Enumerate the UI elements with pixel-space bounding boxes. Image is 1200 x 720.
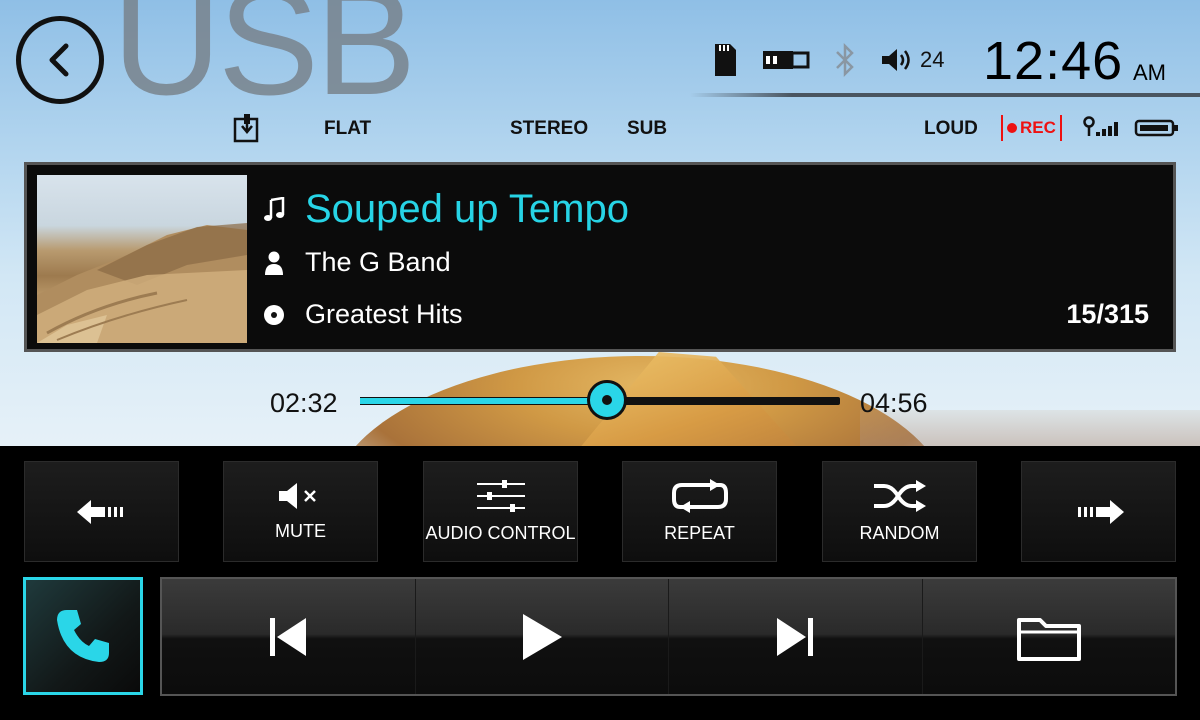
next-page-button[interactable]	[1021, 461, 1176, 562]
back-button[interactable]	[16, 16, 104, 104]
np-title-row: Souped up Tempo	[263, 187, 629, 232]
volume-level: 24	[920, 47, 945, 72]
rec-dot-icon	[1007, 123, 1017, 133]
prev-page-button[interactable]	[24, 461, 179, 562]
progress-fill	[360, 397, 607, 405]
artist-icon	[265, 251, 283, 275]
play-button[interactable]	[416, 579, 669, 694]
clock-time: 12:46	[983, 31, 1124, 91]
now-playing-card: Souped up Tempo The G Band Greatest Hits…	[24, 162, 1176, 352]
back-arrow-icon	[49, 43, 69, 77]
random-label: RANDOM	[859, 523, 940, 543]
arrow-right-icon	[1077, 499, 1124, 524]
previous-track-button[interactable]	[162, 579, 416, 694]
browse-folder-button[interactable]	[923, 579, 1176, 694]
audio-control-button[interactable]: AUDIO CONTROL	[423, 461, 578, 562]
header-divider	[690, 93, 1200, 97]
album-art-image	[37, 223, 247, 343]
signal-icon	[1083, 116, 1118, 136]
play-icon	[522, 613, 562, 660]
transport-bar	[160, 577, 1177, 696]
next-track-button[interactable]	[669, 579, 923, 694]
mute-icon	[278, 483, 316, 509]
album-name: Greatest Hits	[305, 299, 463, 329]
np-album-row: Greatest Hits	[263, 299, 463, 330]
random-button[interactable]: RANDOM	[822, 461, 977, 562]
phone-button[interactable]	[23, 577, 143, 695]
source-title: USB	[112, 0, 417, 127]
elapsed-time: 02:32	[270, 388, 338, 418]
track-title: Souped up Tempo	[305, 187, 629, 231]
audio-control-label: AUDIO CONTROL	[425, 523, 576, 543]
progress-thumb[interactable]	[586, 380, 627, 420]
control-panel: MUTE AUDIO CONTROL REPEAT RANDOM	[0, 446, 1200, 720]
loud-label: LOUD	[924, 118, 978, 139]
skip-previous-icon	[270, 617, 307, 656]
sliders-icon	[476, 480, 525, 512]
track-count: 15/315	[1066, 299, 1149, 329]
eq-preset-label: FLAT	[324, 118, 372, 139]
folder-icon	[1016, 617, 1081, 661]
sub-label: SUB	[627, 118, 668, 139]
rec-label: REC	[1020, 118, 1056, 137]
rec-indicator: REC	[1001, 115, 1062, 141]
input-source-icon	[233, 114, 259, 143]
total-time: 04:56	[860, 388, 928, 418]
battery-icon	[1134, 119, 1178, 137]
volume-indicator[interactable]: 24	[880, 47, 944, 73]
repeat-icon	[671, 479, 728, 513]
usb-icon	[763, 51, 810, 69]
shuffle-icon	[873, 480, 926, 512]
repeat-label: REPEAT	[664, 523, 735, 543]
clock-ampm: AM	[1133, 60, 1166, 85]
audio-mode-label: STEREO	[510, 118, 589, 139]
speaker-icon	[882, 49, 910, 71]
status-bar: 24	[712, 40, 944, 80]
repeat-button[interactable]: REPEAT	[622, 461, 777, 562]
sd-card-icon	[715, 44, 736, 76]
artist-name: The G Band	[305, 247, 451, 277]
arrow-left-icon	[76, 499, 123, 524]
music-note-icon	[264, 196, 285, 221]
mute-button[interactable]: MUTE	[223, 461, 378, 562]
bluetooth-icon	[836, 42, 854, 78]
np-artist-row: The G Band	[263, 247, 451, 278]
skip-next-icon	[777, 617, 814, 656]
album-disc-icon	[264, 304, 284, 325]
phone-icon	[57, 610, 109, 662]
mute-label: MUTE	[275, 521, 326, 541]
progress-bar[interactable]	[360, 380, 840, 420]
album-art[interactable]	[37, 175, 247, 343]
